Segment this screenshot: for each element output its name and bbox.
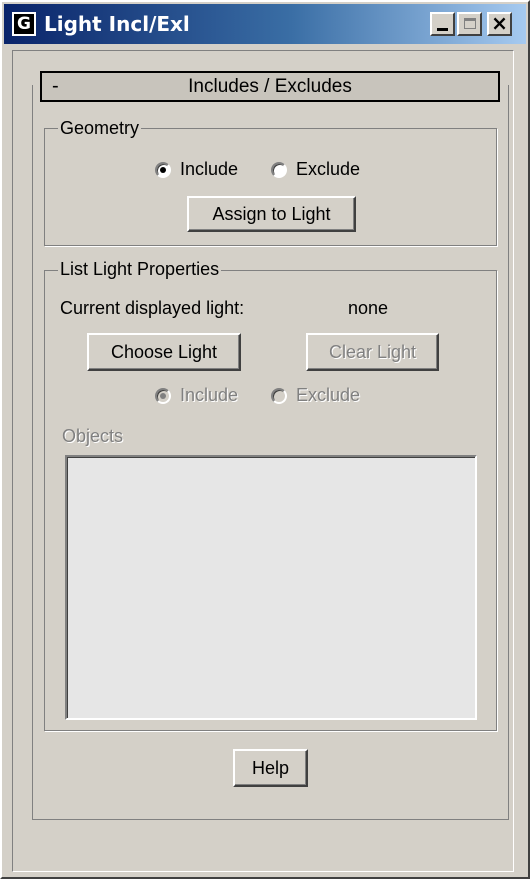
list-light-properties-label: List Light Properties <box>58 259 222 280</box>
objects-label: Objects <box>62 426 124 446</box>
geometry-include-radio[interactable] <box>155 162 171 178</box>
geometry-exclude-label[interactable]: Exclude <box>296 159 360 180</box>
geometry-include-label[interactable]: Include <box>180 159 238 180</box>
help-button[interactable]: Help <box>233 749 308 787</box>
objects-list <box>65 455 477 720</box>
geometry-group-label: Geometry <box>58 118 142 139</box>
clear-light-button: Clear Light <box>306 333 439 371</box>
minimize-button[interactable] <box>430 12 455 36</box>
assign-to-light-button[interactable]: Assign to Light <box>187 196 356 232</box>
title-bar[interactable]: G Light Incl/Exl × <box>4 4 526 44</box>
current-light-value: none <box>348 298 389 318</box>
radio-selected-dot <box>160 167 166 173</box>
rollout-header-includes-excludes[interactable]: - Includes / Excludes <box>40 71 500 102</box>
app-icon[interactable]: G <box>12 12 36 36</box>
list-include-label: Include <box>180 385 239 405</box>
close-icon: × <box>491 11 508 35</box>
window-title: Light Incl/Exl <box>44 12 190 36</box>
maximize-button <box>457 12 482 36</box>
current-light-label: Current displayed light: <box>60 298 245 318</box>
rollout-title: Includes / Excludes <box>188 76 352 97</box>
close-button[interactable]: × <box>487 11 512 36</box>
maximize-icon <box>464 18 476 29</box>
list-exclude-label: Exclude <box>296 385 361 405</box>
choose-light-button[interactable]: Choose Light <box>87 333 241 371</box>
list-include-radio <box>155 388 171 404</box>
radio-selected-dot <box>160 393 166 399</box>
list-exclude-radio <box>271 388 287 404</box>
geometry-exclude-radio[interactable] <box>271 162 287 178</box>
minimize-icon <box>437 28 448 31</box>
